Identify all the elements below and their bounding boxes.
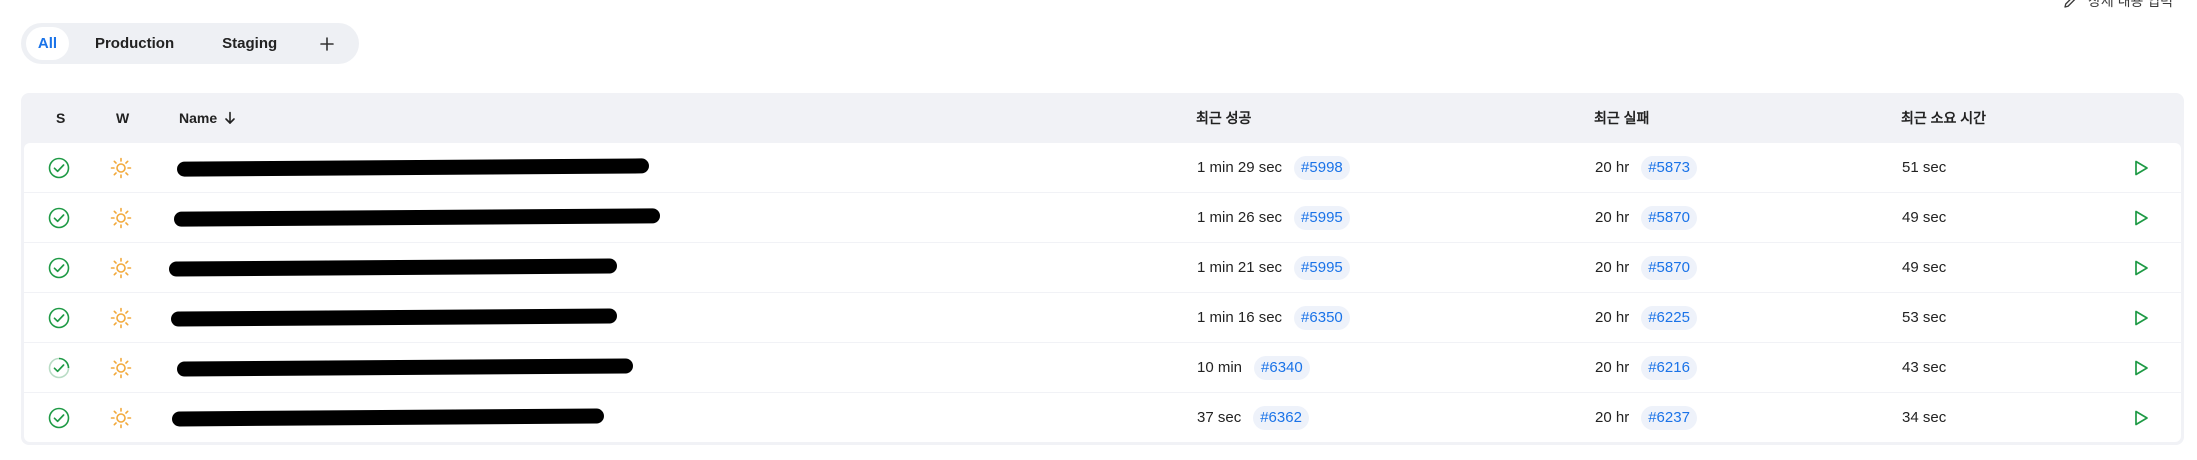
redacted-name [168,258,618,277]
header-weather[interactable]: W [116,93,129,143]
last-failure-build-link[interactable]: #5870 [1641,205,1697,230]
play-icon [2135,260,2148,275]
table-row[interactable]: 1 min 29 sec #5998 20 hr #5873 51 sec [24,143,2181,192]
last-success-build-link[interactable]: #5995 [1294,255,1350,280]
last-failure-cell: 20 hr #6237 [1595,393,1697,442]
in-progress-check-icon [48,343,70,392]
add-view-button[interactable] [303,27,350,60]
header-name-label: Name [179,110,218,126]
last-success-build-link[interactable]: #6362 [1253,405,1309,430]
header-name[interactable]: Name [179,93,236,143]
play-icon [2135,160,2148,175]
last-success-time: 1 min 29 sec [1197,159,1283,176]
jobs-table: S W Name 최근 성공 최근 실패 최근 소요 시간 1 min 29 s… [21,93,2184,445]
last-success-build-link[interactable]: #6350 [1294,305,1350,330]
last-failure-build-link[interactable]: #6237 [1641,405,1697,430]
last-duration: 49 sec [1902,209,1947,226]
last-duration: 49 sec [1902,259,1947,276]
run-build-button[interactable] [2131,243,2151,292]
last-failure-time: 20 hr [1595,159,1630,176]
last-success-time: 1 min 16 sec [1197,309,1283,326]
redacted-name [173,208,661,227]
plus-icon [319,36,334,51]
table-header: S W Name 최근 성공 최근 실패 최근 소요 시간 [21,93,2184,143]
header-last-failure[interactable]: 최근 실패 [1594,93,1649,143]
last-duration: 43 sec [1902,359,1947,376]
header-last-duration[interactable]: 최근 소요 시간 [1901,93,1986,143]
last-failure-build-link[interactable]: #6216 [1641,355,1697,380]
last-failure-cell: 20 hr #5873 [1595,143,1697,192]
sun-icon [110,143,132,192]
arrow-down-icon [225,111,235,124]
last-failure-time: 20 hr [1595,409,1630,426]
run-build-button[interactable] [2131,143,2151,192]
last-success-cell: 1 min 16 sec #6350 [1197,293,1350,342]
last-success-time: 37 sec [1197,409,1242,426]
header-status[interactable]: S [56,93,65,143]
last-success-build-link[interactable]: #5998 [1294,155,1350,180]
table-row[interactable]: 1 min 21 sec #5995 20 hr #5870 49 sec [24,243,2181,292]
run-build-button[interactable] [2131,343,2151,392]
last-failure-time: 20 hr [1595,209,1630,226]
pencil-icon [2064,0,2076,8]
redacted-name [176,158,650,177]
last-success-cell: 10 min #6340 [1197,343,1310,392]
last-success-time: 1 min 21 sec [1197,259,1283,276]
last-success-cell: 1 min 26 sec #5995 [1197,193,1350,242]
play-icon [2135,310,2148,325]
last-success-time: 1 min 26 sec [1197,209,1283,226]
last-failure-cell: 20 hr #5870 [1595,193,1697,242]
redacted-name [176,358,634,377]
sun-icon [110,343,132,392]
last-failure-cell: 20 hr #5870 [1595,243,1697,292]
edit-description-link[interactable]: 상세 내용 입력 [2062,0,2173,11]
sun-icon [110,293,132,342]
last-failure-time: 20 hr [1595,309,1630,326]
last-duration: 51 sec [1902,159,1947,176]
tab-production[interactable]: Production [73,27,196,60]
last-duration: 53 sec [1902,309,1947,326]
table-row[interactable]: 1 min 26 sec #5995 20 hr #5870 49 sec [24,193,2181,242]
last-failure-build-link[interactable]: #5873 [1641,155,1697,180]
view-tabs: All Production Staging [21,23,359,64]
success-check-icon [48,393,70,442]
sun-icon [110,393,132,442]
last-success-cell: 37 sec #6362 [1197,393,1309,442]
redacted-name [171,408,605,427]
table-row[interactable]: 10 min #6340 20 hr #6216 43 sec [24,343,2181,392]
last-failure-cell: 20 hr #6225 [1595,293,1697,342]
last-failure-build-link[interactable]: #6225 [1641,305,1697,330]
run-build-button[interactable] [2131,193,2151,242]
success-check-icon [48,143,70,192]
table-body: 1 min 29 sec #5998 20 hr #5873 51 sec 1 … [24,143,2181,442]
run-build-button[interactable] [2131,393,2151,442]
sun-icon [110,193,132,242]
tab-staging[interactable]: Staging [200,27,299,60]
play-icon [2135,210,2148,225]
last-duration: 34 sec [1902,409,1947,426]
last-success-cell: 1 min 29 sec #5998 [1197,143,1350,192]
header-last-success[interactable]: 최근 성공 [1196,93,1251,143]
sun-icon [110,243,132,292]
last-failure-cell: 20 hr #6216 [1595,343,1697,392]
edit-description-label: 상세 내용 입력 [2087,0,2173,9]
run-build-button[interactable] [2131,293,2151,342]
success-check-icon [48,293,70,342]
play-icon [2135,410,2148,425]
last-success-time: 10 min [1197,359,1243,376]
success-check-icon [48,243,70,292]
last-failure-time: 20 hr [1595,259,1630,276]
last-failure-time: 20 hr [1595,359,1630,376]
last-failure-build-link[interactable]: #5870 [1641,255,1697,280]
tab-all[interactable]: All [26,27,69,60]
last-success-build-link[interactable]: #6340 [1254,355,1310,380]
success-check-icon [48,193,70,242]
last-success-cell: 1 min 21 sec #5995 [1197,243,1350,292]
redacted-name [170,308,618,327]
last-success-build-link[interactable]: #5995 [1294,205,1350,230]
table-row[interactable]: 1 min 16 sec #6350 20 hr #6225 53 sec [24,293,2181,342]
play-icon [2135,360,2148,375]
table-row[interactable]: 37 sec #6362 20 hr #6237 34 sec [24,393,2181,442]
